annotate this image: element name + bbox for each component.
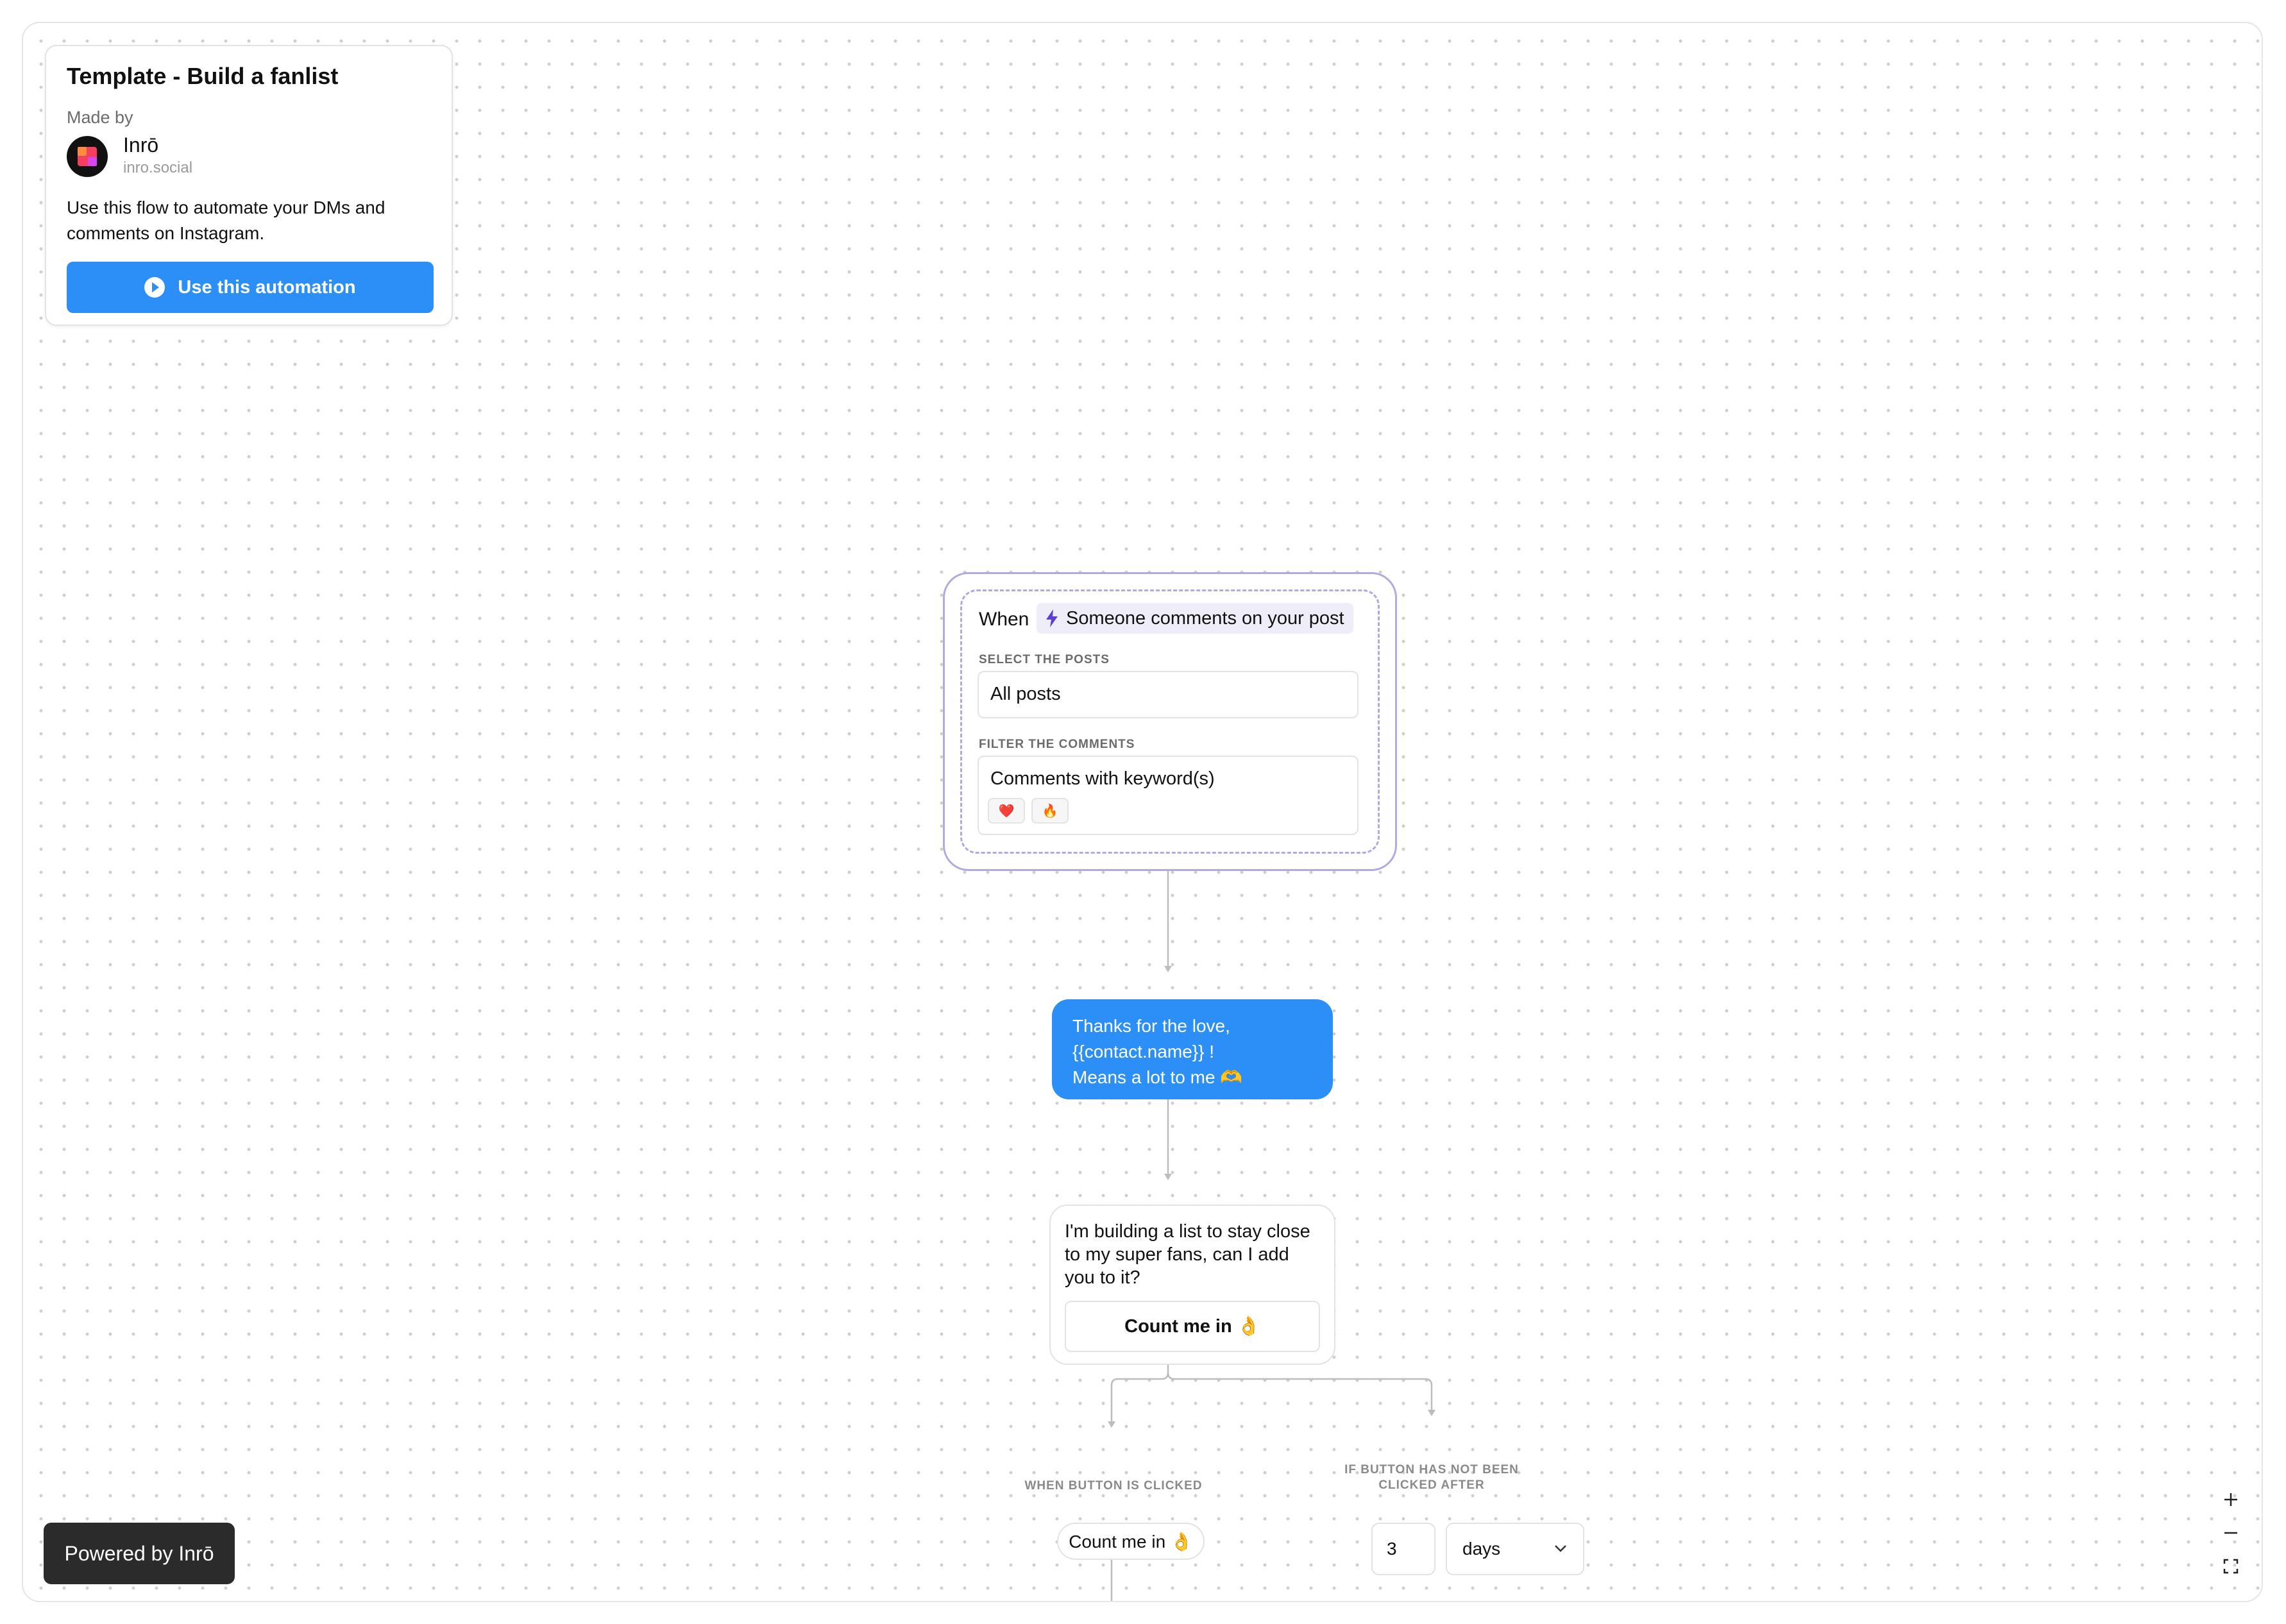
message-line: Thanks for the love, — [1072, 1016, 1230, 1036]
fit-view-button[interactable] — [2218, 1553, 2244, 1579]
keyword-chip[interactable]: 🔥 — [1031, 798, 1069, 824]
message-line: {{contact.name}} ! — [1072, 1042, 1215, 1062]
inro-logo-icon — [78, 147, 97, 166]
trigger-event-label: Someone comments on your post — [1066, 607, 1344, 629]
arrow-head — [1428, 1410, 1435, 1416]
arrow-head — [1164, 1174, 1172, 1180]
trigger-node[interactable]: When Someone comments on your post SELEC… — [943, 572, 1397, 871]
reply-message-bubble[interactable]: Thanks for the love, {{contact.name}} ! … — [1052, 999, 1333, 1099]
message-line: Means a lot to me 🫶 — [1072, 1067, 1243, 1087]
zoom-controls — [2218, 1487, 2244, 1584]
template-info-card: Template - Build a fanlist Made by Inrō … — [45, 45, 453, 326]
branch-clicked-button[interactable]: Count me in 👌 — [1057, 1523, 1205, 1560]
filter-comments-heading: FILTER THE COMMENTS — [979, 738, 1135, 751]
flow-canvas[interactable]: Template - Build a fanlist Made by Inrō … — [22, 22, 2263, 1602]
delay-unit-select[interactable]: days — [1446, 1523, 1584, 1575]
author-avatar — [67, 136, 108, 177]
template-description: Use this flow to automate your DMs and c… — [67, 198, 385, 243]
select-posts-field[interactable]: All posts — [978, 671, 1359, 718]
author-name: Inrō — [123, 133, 159, 156]
dm-message-card[interactable]: I'm building a list to stay close to my … — [1049, 1205, 1335, 1365]
play-icon — [144, 277, 165, 298]
count-me-in-button[interactable]: Count me in 👌 — [1065, 1301, 1320, 1352]
delay-unit-value: days — [1462, 1539, 1501, 1559]
when-label: When — [979, 609, 1029, 630]
keyword-chip[interactable]: ❤️ — [988, 798, 1025, 824]
select-posts-value: All posts — [990, 684, 1061, 704]
edge-branch-not-clicked — [1167, 1372, 1433, 1414]
chevron-down-icon — [1555, 1545, 1566, 1552]
select-posts-heading: SELECT THE POSTS — [979, 653, 1110, 666]
trigger-inner-frame: When Someone comments on your post SELEC… — [960, 589, 1380, 854]
filter-comments-field[interactable]: Comments with keyword(s) ❤️ 🔥 — [978, 756, 1359, 835]
filter-comments-value: Comments with keyword(s) — [990, 768, 1215, 789]
trigger-event-chip[interactable]: Someone comments on your post — [1037, 603, 1353, 634]
use-automation-label: Use this automation — [178, 276, 356, 298]
arrow-head — [1164, 966, 1172, 972]
delay-amount-input[interactable]: 3 — [1371, 1523, 1435, 1575]
arrow-head — [1108, 1421, 1115, 1428]
template-title: Template - Build a fanlist — [67, 63, 339, 89]
made-by-label: Made by — [67, 108, 133, 127]
powered-by-badge[interactable]: Powered by Inrō — [44, 1523, 235, 1584]
branch-clicked-label: WHEN BUTTON IS CLICKED — [1024, 1479, 1203, 1493]
dm-message-text: I'm building a list to stay close to my … — [1065, 1221, 1310, 1288]
plus-icon — [2224, 1493, 2237, 1506]
branch-not-clicked-label: IF BUTTON HAS NOT BEEN CLICKED AFTER — [1344, 1463, 1519, 1492]
fit-view-icon — [2223, 1559, 2239, 1574]
minus-icon — [2224, 1532, 2237, 1534]
author-url: inro.social — [123, 159, 193, 176]
lightning-bolt-icon — [1046, 609, 1058, 627]
zoom-out-button[interactable] — [2218, 1520, 2244, 1546]
zoom-in-button[interactable] — [2218, 1487, 2244, 1512]
use-automation-button[interactable]: Use this automation — [67, 262, 434, 313]
